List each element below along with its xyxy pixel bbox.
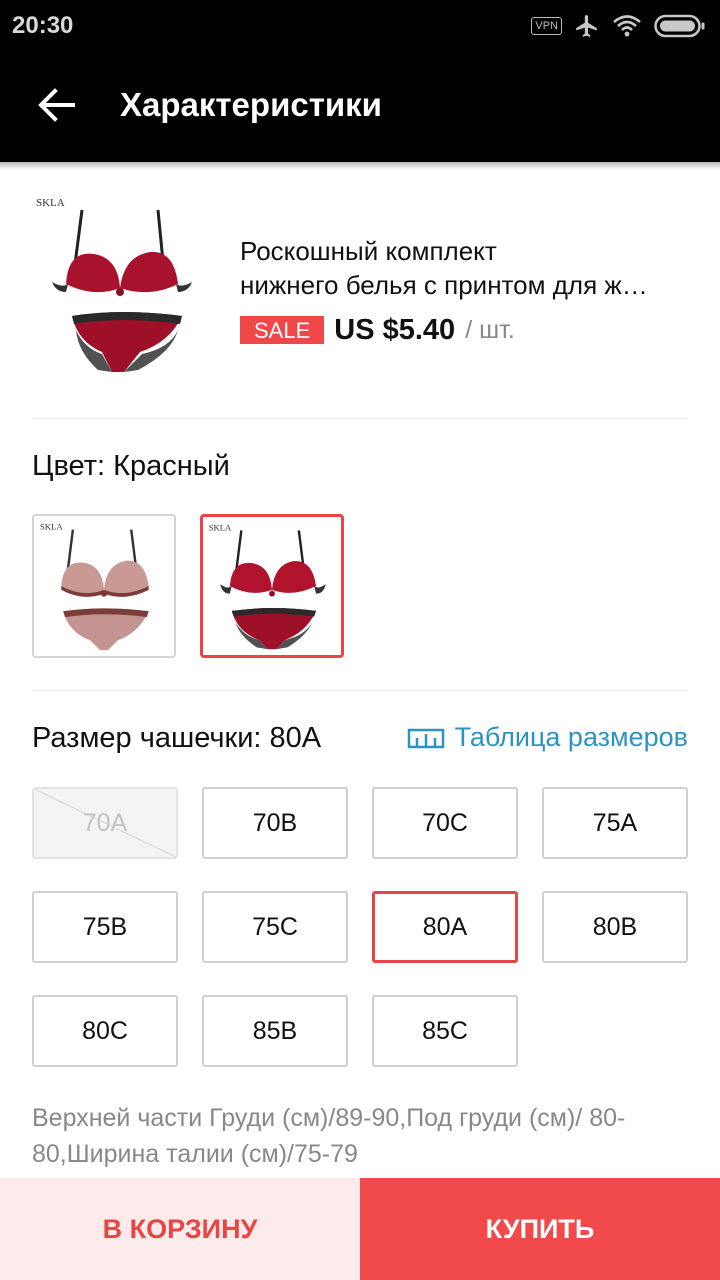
app-bar: Характеристики	[0, 52, 720, 162]
size-option-85c[interactable]: 85C	[372, 995, 518, 1067]
brand-text: SKLA	[40, 522, 64, 532]
product-title-line1: Роскошный комплект	[240, 236, 497, 266]
battery-icon	[654, 14, 706, 38]
airplane-icon	[574, 13, 600, 39]
brand-text: SKLA	[36, 197, 65, 209]
size-option-75a[interactable]: 75A	[542, 787, 688, 859]
size-option-label: 70A	[82, 808, 128, 837]
size-option-75c[interactable]: 75C	[202, 891, 348, 963]
color-option-pink[interactable]: SKLA	[32, 514, 176, 658]
status-time: 20:30	[12, 12, 74, 39]
color-option-red[interactable]: SKLA	[200, 514, 344, 658]
sale-badge: SALE	[240, 316, 325, 344]
size-option-80a[interactable]: 80A	[372, 891, 518, 963]
size-option-label: 75C	[252, 912, 298, 941]
app-bar-shadow	[0, 162, 720, 170]
size-chart-link[interactable]: Таблица размеров	[407, 722, 688, 753]
buy-now-button[interactable]: КУПИТЬ	[360, 1178, 720, 1280]
size-option-label: 75A	[592, 808, 638, 837]
size-option-85b[interactable]: 85B	[202, 995, 348, 1067]
size-option-70a: 70A	[32, 787, 178, 859]
ruler-icon	[407, 728, 444, 748]
size-option-80c[interactable]: 80C	[32, 995, 178, 1067]
size-option-label: 80A	[422, 912, 468, 941]
divider	[32, 418, 688, 419]
status-bar: 20:30 VPN	[0, 0, 720, 52]
size-chart-label: Таблица размеров	[454, 722, 688, 752]
size-option-label: 85C	[422, 1016, 468, 1045]
cup-size-label: Размер чашечки: 80A	[32, 722, 322, 754]
vpn-badge: VPN	[531, 17, 562, 35]
divider	[32, 690, 688, 691]
size-option-label: 75B	[82, 912, 128, 941]
brand-text: SKLA	[209, 522, 232, 532]
add-to-cart-button[interactable]: В КОРЗИНУ	[0, 1178, 360, 1280]
product-title: Роскошный комплект нижнего белья с принт…	[240, 234, 695, 302]
product-title-line2: нижнего белья с принтом для ж…	[240, 270, 648, 300]
arrow-left-icon	[37, 87, 75, 127]
product-price: US $5.40	[334, 313, 456, 346]
size-option-70b[interactable]: 70B	[202, 787, 348, 859]
size-option-75b[interactable]: 75B	[32, 891, 178, 963]
page-title: Характеристики	[120, 86, 382, 123]
back-button[interactable]	[28, 82, 84, 132]
size-option-label: 80C	[82, 1016, 128, 1045]
status-icons: VPN	[531, 12, 706, 40]
bottom-action-bar: В КОРЗИНУ КУПИТЬ	[0, 1178, 720, 1280]
size-spec-text: Верхней части Груди (см)/89-90,Под груди…	[32, 1104, 626, 1168]
size-option-label: 85B	[252, 1016, 298, 1045]
price-unit: / шт.	[465, 315, 515, 344]
size-option-label: 80B	[592, 912, 638, 941]
price-row: SALE US $5.40 / шт.	[240, 310, 515, 350]
color-label: Цвет: Красный	[32, 450, 230, 482]
size-option-label: 70C	[422, 808, 468, 837]
product-image[interactable]: SKLA	[32, 192, 212, 382]
size-option-70c[interactable]: 70C	[372, 787, 518, 859]
size-option-label: 70B	[252, 808, 298, 837]
size-option-80b[interactable]: 80B	[542, 891, 688, 963]
wifi-icon	[612, 13, 642, 39]
